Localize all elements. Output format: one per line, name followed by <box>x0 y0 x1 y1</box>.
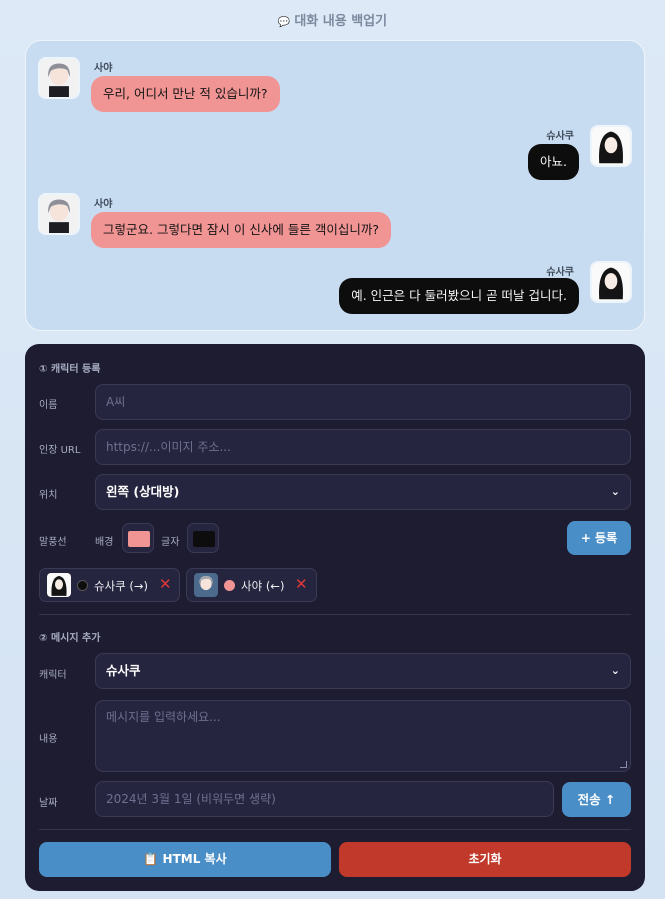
character-select[interactable]: 슈사쿠 ⌄ <box>95 653 631 689</box>
avatar-saya <box>38 193 80 235</box>
message-bubble: 우리, 어디서 만난 적 있습니까? <box>91 76 280 112</box>
character-select-value: 슈사쿠 <box>106 663 141 678</box>
speaker-name: 슈사쿠 <box>546 131 574 142</box>
text-color-picker[interactable] <box>187 523 219 553</box>
text-color-label: 글자 <box>161 537 180 548</box>
bubble-label: 말풍선 <box>39 537 67 548</box>
reset-button[interactable]: 초기화 <box>339 842 631 877</box>
resize-handle-icon[interactable] <box>620 761 627 768</box>
avatar-shusaku <box>590 125 632 167</box>
speaker-name: 슈사쿠 <box>546 267 574 278</box>
message-bubble: 아뇨. <box>528 144 579 180</box>
clipboard-icon: 📋 <box>143 852 159 866</box>
chevron-down-icon: ⌄ <box>610 485 620 498</box>
editor-panel: ① 캐릭터 등록 이름 A씨 인장 URL https://...이미지 주소.… <box>25 344 645 891</box>
avatar-saya <box>38 57 80 99</box>
avatar-shusaku <box>590 261 632 303</box>
register-button[interactable]: + 등록 <box>567 521 631 555</box>
character-chip: 사야 (←) ✕ <box>186 568 317 602</box>
copy-html-label: HTML 복사 <box>162 852 227 866</box>
bg-color-swatch <box>128 531 150 547</box>
chevron-down-icon: ⌄ <box>610 664 620 677</box>
bg-color-label: 배경 <box>95 537 114 548</box>
app-title-text: 대화 내용 백업기 <box>294 14 388 29</box>
content-label: 내용 <box>39 734 58 745</box>
character-chip-label: 사야 (←) <box>241 579 285 593</box>
character-label: 캐릭터 <box>39 670 67 681</box>
bg-color-picker[interactable] <box>122 523 154 553</box>
position-select-value: 왼쪽 (상대방) <box>106 484 180 499</box>
send-button[interactable]: 전송 ↑ <box>562 782 631 817</box>
section-title-message: ② 메시지 추가 <box>39 633 101 644</box>
divider <box>39 829 631 830</box>
message-bubble: 그렇군요. 그렇다면 잠시 이 신사에 들른 객이십니까? <box>91 212 391 248</box>
message-bubble: 예. 인근은 다 둘러봤으니 곧 떠날 겁니다. <box>339 278 579 314</box>
avatar-saya <box>194 573 218 597</box>
message-textarea[interactable]: 메시지를 입력하세요... <box>95 700 631 772</box>
character-chip: 슈사쿠 (→) ✕ <box>39 568 180 602</box>
speaker-name: 사야 <box>94 199 113 210</box>
copy-html-button[interactable]: 📋 HTML 복사 <box>39 842 331 877</box>
color-dot <box>224 580 235 591</box>
name-label: 이름 <box>39 400 58 411</box>
date-label: 날짜 <box>39 798 58 809</box>
app-title: 💬 대화 내용 백업기 <box>0 10 665 29</box>
image-url-input[interactable]: https://...이미지 주소... <box>95 429 631 465</box>
chat-preview: 사야 우리, 어디서 만난 적 있습니까? 슈사쿠 아뇨. 사야 그렇군요. 그… <box>25 40 645 331</box>
character-chip-label: 슈사쿠 (→) <box>94 579 149 593</box>
close-icon[interactable]: ✕ <box>159 575 172 593</box>
name-input[interactable]: A씨 <box>95 384 631 420</box>
speaker-name: 사야 <box>94 63 113 74</box>
color-dot <box>77 580 88 591</box>
position-select[interactable]: 왼쪽 (상대방) ⌄ <box>95 474 631 510</box>
speech-bubble-icon: 💬 <box>277 17 291 28</box>
date-input[interactable]: 2024년 3월 1일 (비워두면 생략) <box>95 781 554 817</box>
position-label: 위치 <box>39 490 58 501</box>
text-color-swatch <box>193 531 215 547</box>
avatar-shusaku <box>47 573 71 597</box>
url-label: 인장 URL <box>39 445 81 456</box>
section-title-register: ① 캐릭터 등록 <box>39 364 101 375</box>
message-placeholder: 메시지를 입력하세요... <box>106 710 221 724</box>
close-icon[interactable]: ✕ <box>295 575 308 593</box>
divider <box>39 614 631 615</box>
